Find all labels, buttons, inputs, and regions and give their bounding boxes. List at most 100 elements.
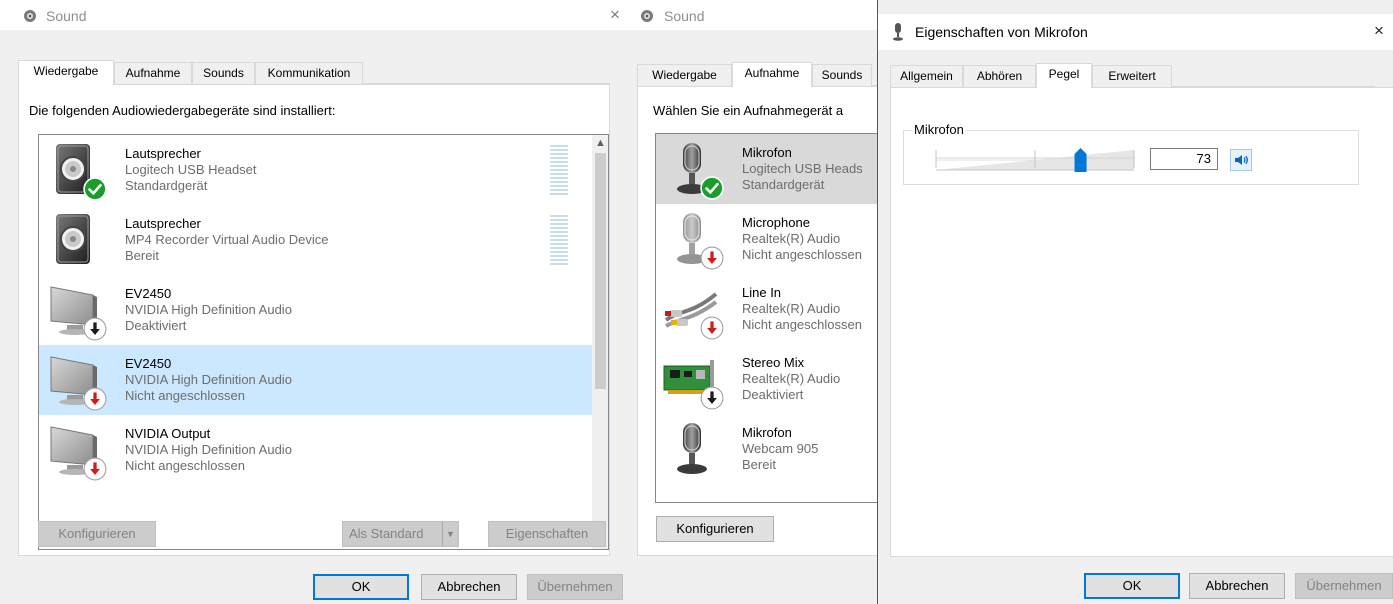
microphone-icon [893, 23, 903, 41]
volume-meter [550, 145, 568, 195]
tab-bar: Wiedergabe Aufnahme Sounds [637, 62, 877, 87]
title-bar: Sound × [0, 0, 629, 30]
device-status: Nicht angeschlossen [742, 247, 862, 262]
disabled-arrow-icon [83, 317, 107, 341]
unplugged-arrow-icon [83, 387, 107, 411]
device-status: Nicht angeschlossen [125, 458, 245, 473]
device-name: Microphone [742, 215, 810, 230]
scroll-thumb[interactable] [595, 153, 606, 389]
tab-wiedergabe[interactable]: Wiedergabe [18, 60, 114, 85]
chevron-down-icon[interactable]: ▼ [442, 522, 458, 546]
close-button[interactable]: × [603, 4, 627, 26]
unplugged-arrow-icon [700, 316, 724, 340]
scroll-up-icon[interactable]: ▲ [592, 135, 608, 152]
device-list-heading: Wählen Sie ein Aufnahmegerät a [653, 103, 844, 118]
apply-button[interactable]: Übernehmen [1295, 573, 1393, 599]
speaker-volume-icon [1235, 155, 1248, 165]
speaker-icon [47, 211, 105, 269]
device-status: Bereit [125, 248, 159, 263]
tab-aufnahme[interactable]: Aufnahme [732, 62, 812, 87]
apply-button[interactable]: Übernehmen [527, 574, 623, 600]
device-status: Nicht angeschlossen [125, 388, 245, 403]
tab-allgemein[interactable]: Allgemein [890, 65, 963, 87]
device-driver: Realtek(R) Audio [742, 301, 841, 316]
playback-panel: Die folgenden Audiowiedergabegeräte sind… [18, 84, 610, 556]
ok-button[interactable]: OK [1084, 573, 1180, 599]
list-item[interactable]: Mikrofon Webcam 905 Bereit [656, 414, 877, 484]
device-driver: MP4 Recorder Virtual Audio Device [125, 232, 329, 247]
playback-device-list: Lautsprecher Logitech USB Headset Standa… [38, 134, 609, 550]
slider-thumb[interactable] [1074, 148, 1087, 172]
sound-app-icon [641, 10, 653, 22]
list-item[interactable]: Line In Realtek(R) Audio Nicht angeschlo… [656, 274, 877, 344]
title-bar: Sound [629, 0, 877, 30]
device-status: Standardgerät [742, 177, 825, 192]
list-item[interactable]: Microphone Realtek(R) Audio Nicht angesc… [656, 204, 877, 274]
disabled-arrow-icon [700, 386, 724, 410]
tab-bar: Wiedergabe Aufnahme Sounds Kommunikation [18, 60, 610, 85]
device-driver: Realtek(R) Audio [742, 371, 841, 386]
device-name: Lautsprecher [125, 146, 201, 161]
set-default-button[interactable]: Als Standard ▼ [342, 521, 459, 547]
device-driver: NVIDIA High Definition Audio [125, 372, 292, 387]
mute-button[interactable] [1230, 149, 1252, 171]
device-status: Deaktiviert [125, 318, 187, 333]
device-status: Nicht angeschlossen [742, 317, 862, 332]
recording-device-list: Mikrofon Logitech USB Heads Standardgerä… [655, 133, 877, 503]
sound-app-icon [24, 10, 36, 22]
tab-pegel[interactable]: Pegel [1036, 63, 1092, 88]
tab-abhoeren[interactable]: Abhören [963, 65, 1036, 87]
device-driver: NVIDIA High Definition Audio [125, 302, 292, 317]
tab-wiedergabe[interactable]: Wiedergabe [637, 64, 732, 86]
window-title: Sound [46, 8, 87, 24]
volume-meter [550, 215, 568, 265]
tab-kommunikation[interactable]: Kommunikation [255, 62, 363, 84]
cancel-button[interactable]: Abbrechen [421, 574, 517, 600]
device-name: Mikrofon [742, 425, 792, 440]
device-name: EV2450 [125, 356, 172, 371]
device-name: EV2450 [125, 286, 172, 301]
tab-sounds[interactable]: Sounds [192, 62, 255, 84]
device-status: Bereit [742, 457, 776, 472]
device-driver: Logitech USB Heads [742, 161, 863, 176]
device-name: Mikrofon [742, 145, 792, 160]
default-check-icon [700, 176, 724, 200]
cancel-button[interactable]: Abbrechen [1189, 573, 1285, 599]
device-name: NVIDIA Output [125, 426, 211, 441]
list-item[interactable]: EV2450 NVIDIA High Definition Audio Deak… [39, 275, 592, 345]
microphone-icon [666, 420, 724, 478]
configure-button[interactable]: Konfigurieren [656, 516, 774, 542]
device-driver: NVIDIA High Definition Audio [125, 442, 292, 457]
device-name: Lautsprecher [125, 216, 201, 231]
properties-button[interactable]: Eigenschaften [488, 521, 606, 547]
close-button[interactable]: × [1367, 20, 1391, 42]
window-title: Eigenschaften von Mikrofon [915, 24, 1088, 40]
device-driver: Webcam 905 [742, 441, 819, 456]
default-check-icon [83, 177, 107, 201]
device-status: Deaktiviert [742, 387, 804, 402]
title-bar: Eigenschaften von Mikrofon × [878, 14, 1393, 50]
device-name: Stereo Mix [742, 355, 805, 370]
list-item[interactable]: EV2450 NVIDIA High Definition Audio Nich… [39, 345, 592, 415]
configure-button[interactable]: Konfigurieren [38, 521, 156, 547]
sound-playback-window: Sound × Wiedergabe Aufnahme Sounds Kommu… [0, 0, 629, 604]
list-item[interactable]: Stereo Mix Realtek(R) Audio Deaktiviert [656, 344, 877, 414]
set-default-label: Als Standard [349, 526, 424, 541]
list-item[interactable]: Lautsprecher Logitech USB Headset Standa… [39, 135, 592, 205]
recording-panel: Wählen Sie ein Aufnahmegerät a Mikrofon … [637, 86, 877, 556]
device-list-heading: Die folgenden Audiowiedergabegeräte sind… [29, 103, 336, 118]
mic-properties-window: Eigenschaften von Mikrofon × Allgemein A… [878, 0, 1393, 604]
group-label: Mikrofon [912, 122, 966, 137]
list-item[interactable]: Lautsprecher MP4 Recorder Virtual Audio … [39, 205, 592, 275]
device-status: Standardgerät [125, 178, 208, 193]
level-slider[interactable] [934, 142, 1136, 174]
level-value-field[interactable]: 73 [1150, 148, 1218, 170]
level-panel: Mikrofon 73 [890, 87, 1393, 557]
tab-sounds[interactable]: Sounds [812, 64, 872, 86]
vertical-scrollbar[interactable]: ▲ ▼ [592, 135, 608, 549]
list-item[interactable]: NVIDIA Output NVIDIA High Definition Aud… [39, 415, 592, 485]
tab-aufnahme[interactable]: Aufnahme [114, 62, 192, 84]
list-item[interactable]: Mikrofon Logitech USB Heads Standardgerä… [656, 134, 877, 204]
tab-erweitert[interactable]: Erweitert [1092, 65, 1172, 87]
ok-button[interactable]: OK [313, 574, 409, 600]
